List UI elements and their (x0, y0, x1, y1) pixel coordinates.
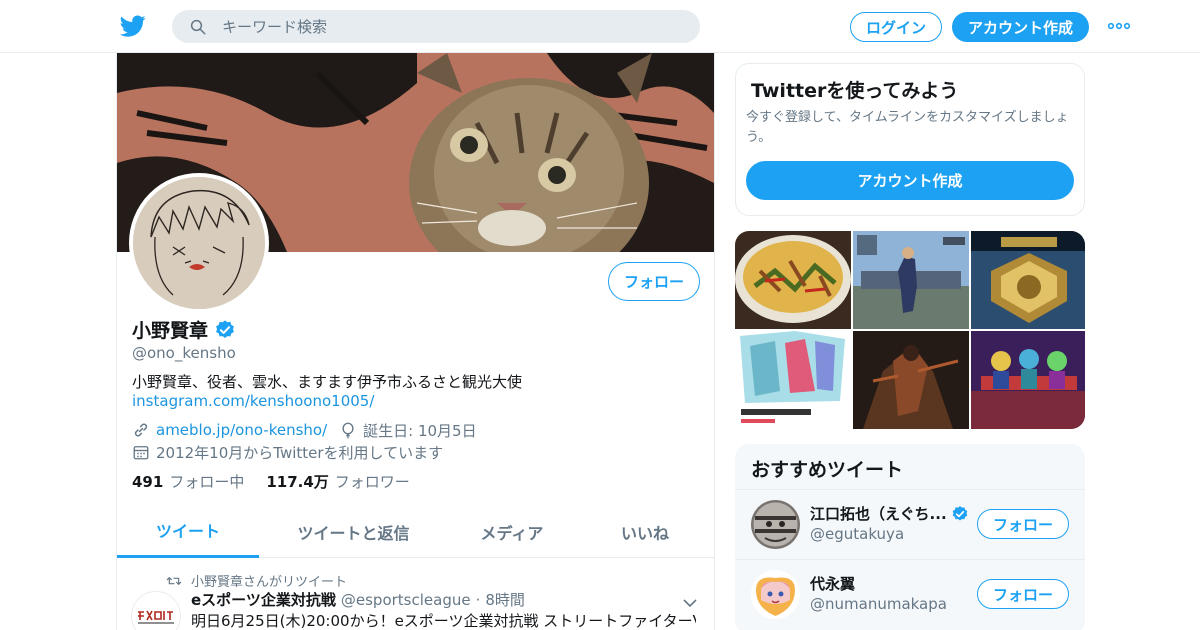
login-button[interactable]: ログイン (850, 12, 942, 42)
search-input[interactable] (222, 10, 682, 43)
recommended-handle: @numanumakapa (810, 595, 947, 613)
twitter-bird-icon[interactable] (119, 13, 147, 39)
avatar[interactable] (751, 570, 800, 619)
tweet-separator: · (475, 591, 481, 609)
recommended-account-row[interactable]: 江口拓也（えぐち... @egutakuya フォロー (735, 489, 1085, 559)
recommended-name[interactable]: 代永翼 (810, 573, 855, 594)
tweet-author-handle[interactable]: @esportscleague (341, 591, 471, 609)
profile-handle: @ono_kensho (132, 344, 236, 362)
retweet-context: 小野賢章さんがリツイート (166, 571, 347, 590)
recommended-account-row[interactable]: 代永翼 @numanumakapa フォロー (735, 559, 1085, 629)
retweet-by-text: 小野賢章さんがリツイート (191, 575, 348, 590)
profile-name: 小野賢章 (132, 316, 236, 343)
followers-count: 117.4万 (266, 473, 329, 491)
profile-birthday: 誕生日: 10月5日 (363, 421, 477, 440)
signup-card-description: 今すぐ登録して、タイムラインをカスタマイズしましょう。 (746, 110, 1069, 145)
profile-joined-row: 2012年10月からTwitterを利用しています (132, 442, 443, 462)
media-thumbnail[interactable] (853, 231, 969, 329)
following-count: 491 (132, 473, 164, 491)
media-thumbnail[interactable] (971, 231, 1085, 329)
following-label: フォロー中 (169, 473, 245, 491)
media-thumbnail[interactable] (735, 331, 851, 429)
profile-tabs: ツイート ツイートと返信 メディア いいね (117, 505, 714, 558)
tweet-header: eスポーツ企業対抗戦 @esportscleague · 8時間 (191, 589, 525, 610)
profile-stats: 491 フォロー中 117.4万 フォロワー (132, 471, 410, 492)
tab-tweets-and-replies[interactable]: ツイートと返信 (259, 505, 448, 558)
link-icon (134, 423, 148, 437)
recommended-name-text: 江口拓也（えぐち... (810, 505, 947, 523)
profile-meta-row: ameblo.jp/ono-kensho/ 誕生日: 10月5日 (132, 420, 477, 440)
profile-joined-date: 2012年10月からTwitterを利用しています (156, 443, 444, 462)
verified-badge-icon (952, 505, 967, 521)
follow-button[interactable]: フォロー (608, 262, 700, 301)
tab-tweets[interactable]: ツイート (117, 505, 259, 558)
profile-bio: 小野賢章、役者、雲水、ますます伊予市ふるさと観光大使 (132, 373, 523, 391)
media-thumbnail[interactable] (735, 231, 851, 329)
profile-website-link[interactable]: ameblo.jp/ono-kensho/ (156, 421, 327, 439)
signup-button[interactable]: アカウント作成 (952, 12, 1089, 42)
followers-stat[interactable]: 117.4万 フォロワー (266, 471, 409, 492)
recommended-handle: @egutakuya (810, 525, 905, 543)
chevron-down-icon[interactable] (683, 599, 697, 607)
more-options-icon[interactable] (1107, 21, 1131, 31)
search-box[interactable] (172, 10, 700, 43)
recommended-title: おすすめツイート (751, 459, 904, 481)
tab-media[interactable]: メディア (448, 505, 576, 558)
recommended-follow-button[interactable]: フォロー (977, 509, 1069, 539)
search-icon (190, 19, 206, 35)
profile-avatar[interactable] (129, 173, 269, 313)
tweet-text: 明日6月25日(木)20:00から！eスポーツ企業対抗戦 ストリートファイターV (191, 612, 696, 630)
tweet-author-name[interactable]: eスポーツ企業対抗戦 (191, 589, 336, 610)
recommended-name-text: 代永翼 (810, 575, 856, 593)
verified-badge-icon (216, 319, 234, 338)
media-grid (735, 231, 1085, 429)
media-thumbnail[interactable] (971, 331, 1085, 429)
followers-label: フォロワー (334, 473, 410, 491)
signup-card-title: Twitterを使ってみよう (751, 80, 959, 102)
recommended-follow-button[interactable]: フォロー (977, 579, 1069, 609)
media-thumbnail[interactable] (853, 331, 969, 429)
tweet-time[interactable]: 8時間 (485, 589, 525, 610)
tab-likes[interactable]: いいね (576, 505, 714, 558)
recommended-accounts: おすすめツイート 江口拓也（えぐち... @egutakuya フォロー 代永翼… (735, 444, 1085, 630)
avatar[interactable] (751, 500, 800, 549)
retweet-icon (166, 576, 182, 585)
signup-card: Twitterを使ってみよう 今すぐ登録して、タイムラインをカスタマイズしましょ… (735, 63, 1085, 216)
tweet-author-avatar[interactable] (131, 591, 181, 630)
calendar-icon (133, 446, 149, 460)
top-navigation-bar: ログイン アカウント作成 (0, 0, 1200, 53)
tweet-item[interactable]: 小野賢章さんがリツイート eスポーツ企業対抗戦 @esportscleague … (117, 559, 714, 630)
following-stat[interactable]: 491 フォロー中 (132, 471, 244, 492)
signup-card-button[interactable]: アカウント作成 (746, 161, 1074, 200)
profile-bio-link[interactable]: instagram.com/kenshoono1005/ (132, 392, 374, 410)
recommended-name[interactable]: 江口拓也（えぐち... (810, 503, 969, 524)
profile-name-text: 小野賢章 (132, 320, 209, 342)
balloon-icon (342, 422, 354, 439)
profile-column: フォロー 小野賢章 @ono_kensho 小野賢章、役者、雲水、ますます伊予市… (116, 53, 715, 630)
